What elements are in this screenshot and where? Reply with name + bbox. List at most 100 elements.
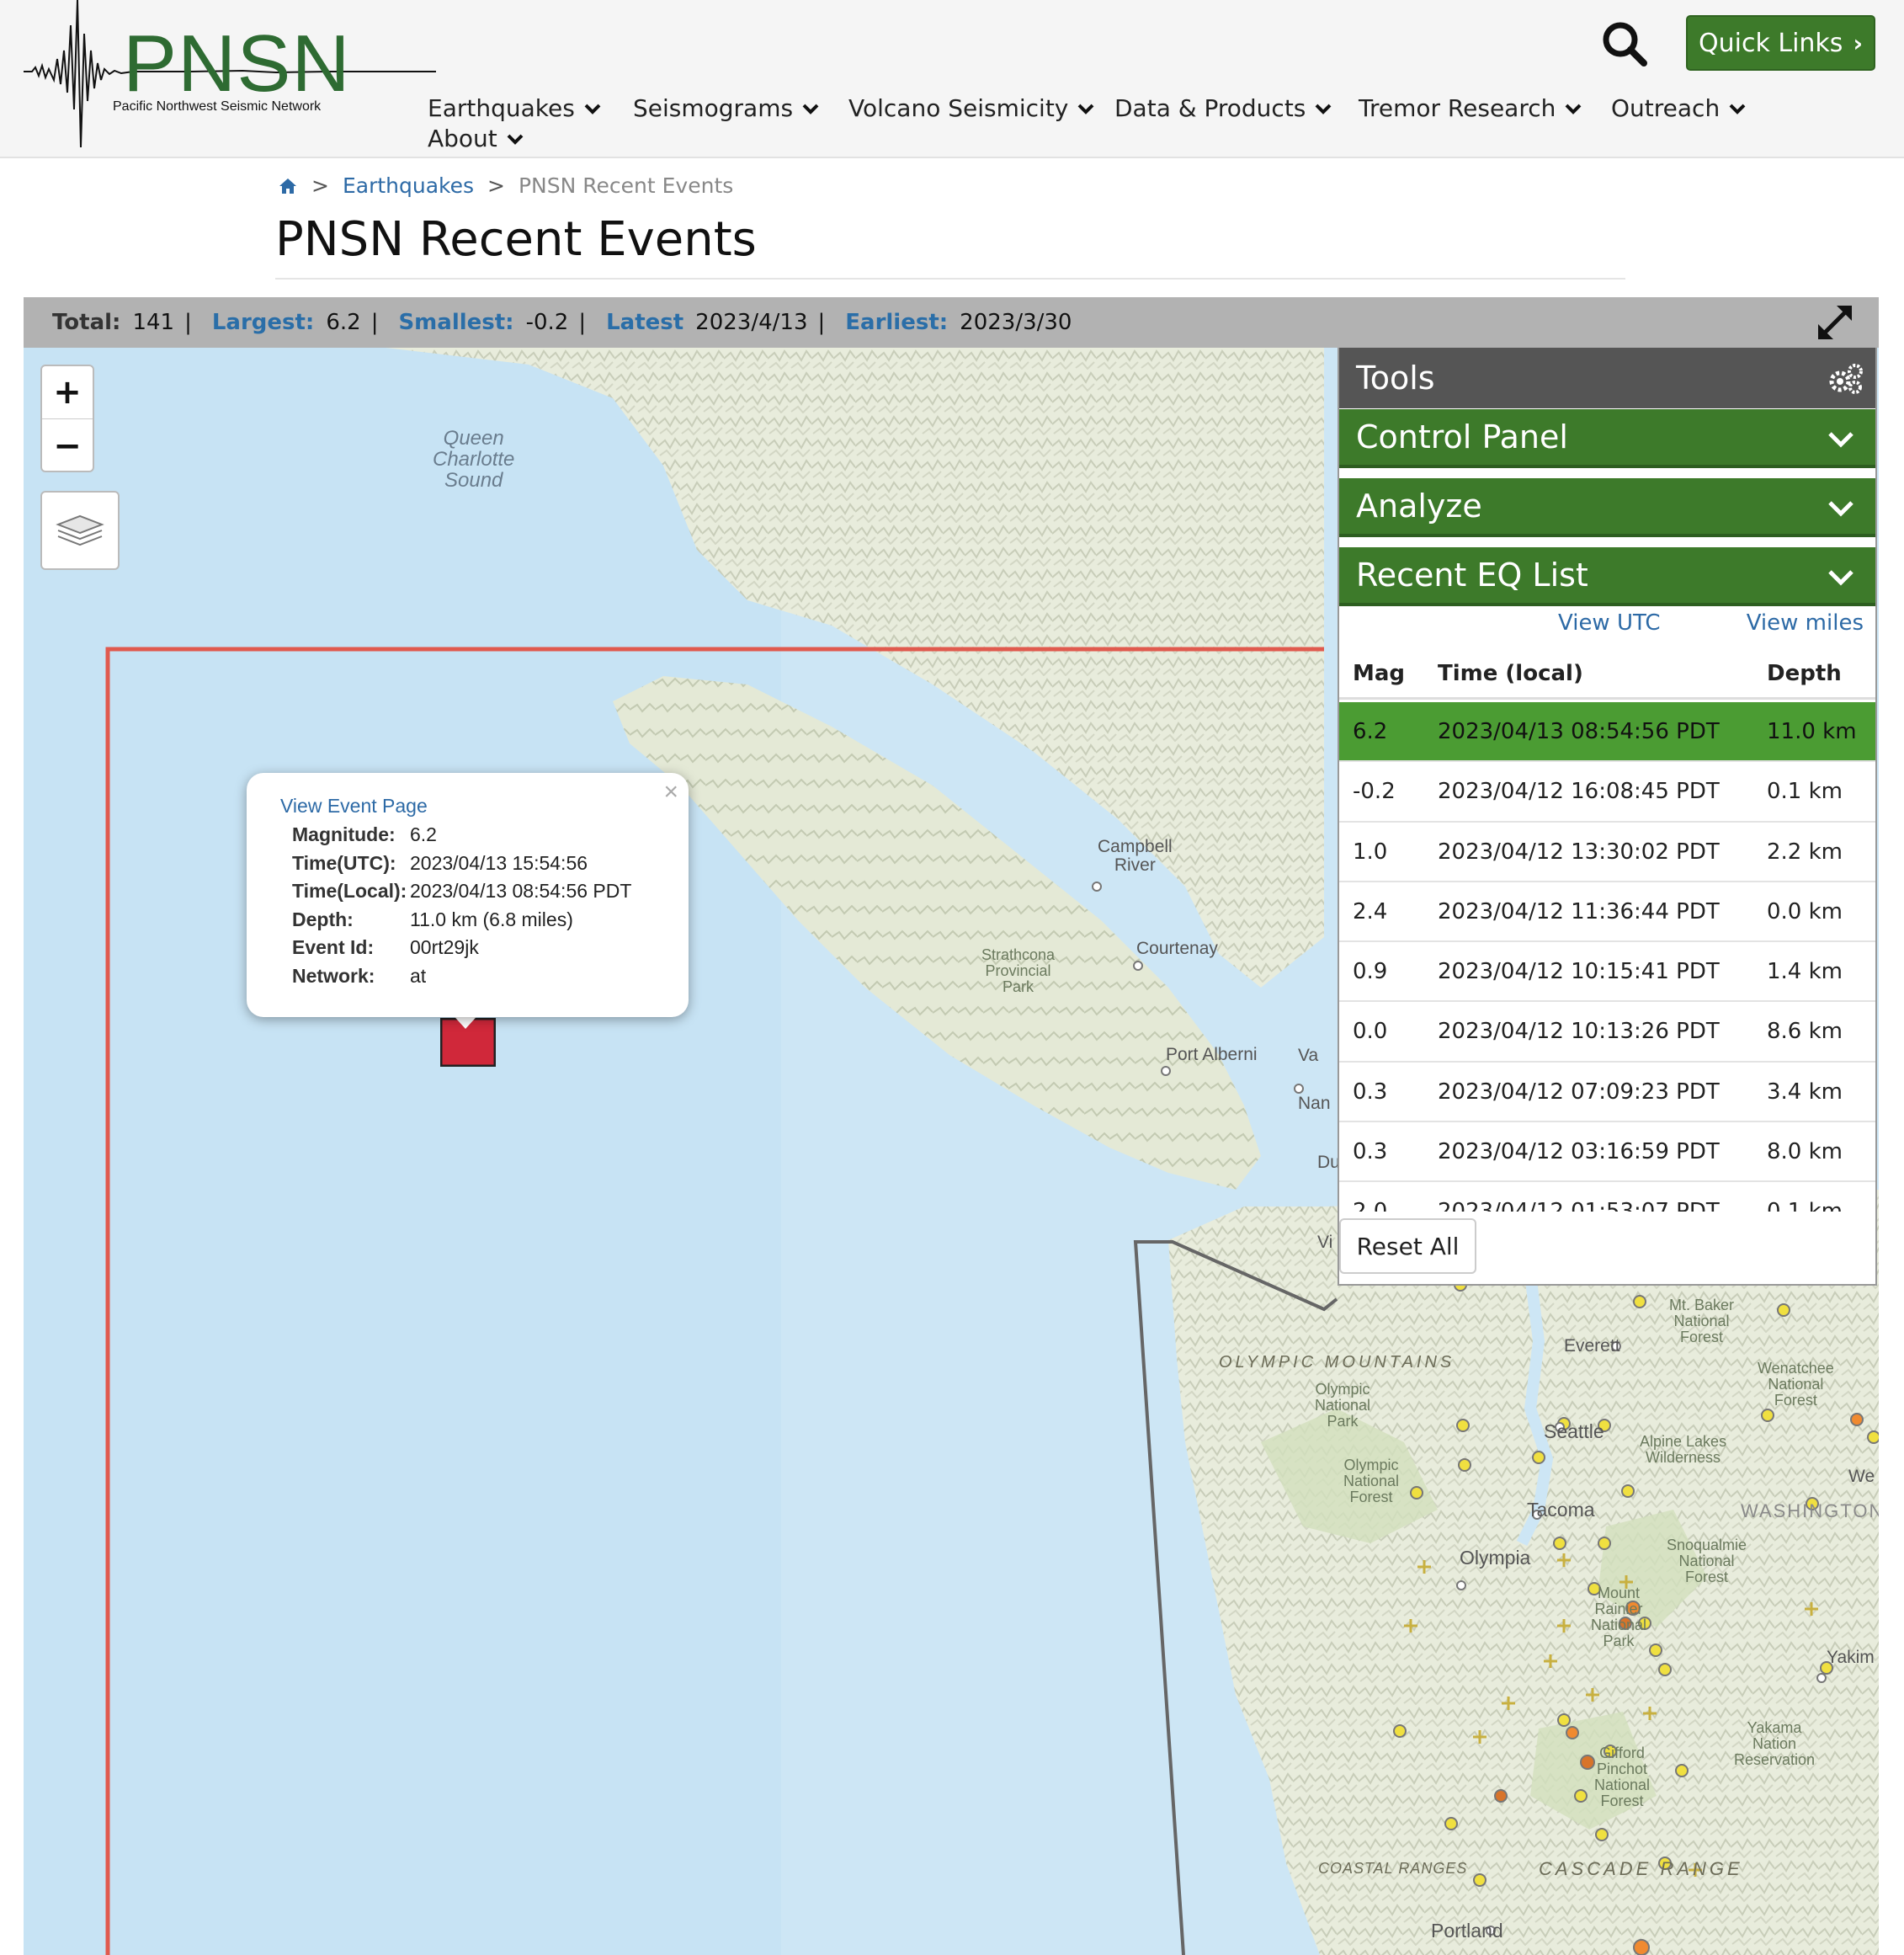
- reset-all-button[interactable]: Reset All: [1339, 1218, 1476, 1274]
- map-label-port-alberni: Port Alberni: [1166, 1045, 1258, 1064]
- map-label-olympia: Olympia: [1460, 1547, 1531, 1569]
- column-header-depth[interactable]: Depth: [1767, 661, 1842, 686]
- accordion-label: Control Panel: [1356, 418, 1568, 455]
- smallest-label[interactable]: Smallest:: [398, 310, 513, 335]
- quick-links-button[interactable]: Quick Links ›: [1686, 15, 1875, 71]
- view-utc-link[interactable]: View UTC: [1558, 610, 1661, 636]
- popup-value: 00rt29jk: [410, 936, 479, 959]
- layers-button[interactable]: [40, 491, 120, 570]
- map-label-vi: Vi: [1317, 1233, 1333, 1252]
- zoom-in-button[interactable]: +: [42, 366, 93, 419]
- chevron-down-icon: [1077, 104, 1094, 115]
- map-label-snoqualmie-forest: Snoqualmie National Forest: [1667, 1537, 1747, 1585]
- earthquake-map[interactable]: Queen Charlotte Sound Campbell River Strath…: [24, 348, 1879, 1955]
- logo-subtitle: Pacific Northwest Seismic Network: [113, 99, 322, 114]
- chevron-down-icon: [584, 104, 601, 115]
- map-label-yakima: Yakim: [1827, 1648, 1875, 1667]
- nav-label: Tremor Research: [1359, 94, 1556, 122]
- close-icon[interactable]: ×: [663, 778, 678, 807]
- popup-key: Time(Local):: [292, 880, 407, 903]
- table-row[interactable]: 1.0 2023/04/12 13:30:02 PDT 2.2 km: [1339, 823, 1875, 882]
- breadcrumb-separator: >: [487, 173, 505, 198]
- summary-stats-bar: Total: 141 | Largest: 6.2 | Smallest: -0…: [24, 297, 1879, 348]
- cell-mag: 2.0: [1353, 1199, 1387, 1212]
- popup-value: 2023/04/13 08:54:56 PDT: [410, 880, 632, 903]
- map-label-strathcona-park: Strathcona Provincial Park: [981, 946, 1056, 995]
- quick-links-label: Quick Links: [1699, 28, 1843, 58]
- view-event-page-link[interactable]: View Event Page: [280, 795, 689, 818]
- table-row[interactable]: 2.4 2023/04/12 11:36:44 PDT 0.0 km: [1339, 882, 1875, 943]
- eq-table-body[interactable]: 6.2 2023/04/13 08:54:56 PDT 11.0 km -0.2…: [1339, 702, 1875, 1212]
- map-label-we: We: [1848, 1467, 1875, 1486]
- cell-time: 2023/04/12 13:30:02 PDT: [1438, 839, 1720, 865]
- cell-depth: 1.4 km: [1767, 959, 1843, 985]
- popup-key: Magnitude:: [292, 823, 396, 846]
- map-label-va: Va: [1298, 1046, 1319, 1065]
- analyze-accordion[interactable]: Analyze: [1339, 478, 1875, 537]
- nav-label: About: [428, 125, 497, 152]
- stat-separator: |: [370, 310, 379, 335]
- accordion-label: Recent EQ List: [1356, 557, 1588, 594]
- map-label-wenatchee-forest: Wenatchee National Forest: [1758, 1360, 1834, 1409]
- cell-time: 2023/04/12 03:16:59 PDT: [1438, 1139, 1720, 1165]
- table-row[interactable]: 0.0 2023/04/12 10:13:26 PDT 8.6 km: [1339, 1002, 1875, 1063]
- cell-depth: 3.4 km: [1767, 1079, 1843, 1105]
- expand-fullscreen-icon[interactable]: [1815, 302, 1855, 343]
- home-icon[interactable]: [278, 177, 298, 195]
- breadcrumb-earthquakes-link[interactable]: Earthquakes: [343, 173, 474, 198]
- nav-volcano-seismicity[interactable]: Volcano Seismicity: [848, 94, 1095, 122]
- table-row[interactable]: 6.2 2023/04/13 08:54:56 PDT 11.0 km: [1339, 702, 1875, 763]
- stat-separator: |: [184, 310, 192, 335]
- map-label-gifford-pinchot: Gifford Pinchot National Forest: [1594, 1745, 1651, 1809]
- chevron-down-icon: [1729, 104, 1746, 115]
- chevron-down-icon: [1565, 104, 1582, 115]
- nav-tremor-research[interactable]: Tremor Research: [1359, 94, 1582, 122]
- table-row[interactable]: 0.9 2023/04/12 10:15:41 PDT 1.4 km: [1339, 942, 1875, 1003]
- largest-value: 6.2: [326, 310, 361, 335]
- table-row[interactable]: 2.0 2023/04/12 01:53:07 PDT 0.1 km: [1339, 1182, 1875, 1212]
- control-panel-accordion[interactable]: Control Panel: [1339, 409, 1875, 468]
- latest-label[interactable]: Latest: [606, 310, 683, 335]
- nav-about[interactable]: About: [428, 125, 524, 152]
- cell-mag: 1.0: [1353, 839, 1388, 865]
- map-label-washington: WASHINGTON: [1741, 1500, 1879, 1521]
- view-miles-link[interactable]: View miles: [1747, 610, 1864, 636]
- popup-value: 11.0 km (6.8 miles): [410, 908, 573, 930]
- nav-label: Data & Products: [1114, 94, 1306, 122]
- column-header-time[interactable]: Time (local): [1438, 661, 1583, 686]
- popup-value: 2023/04/13 15:54:56: [410, 851, 588, 874]
- column-header-mag[interactable]: Mag: [1353, 661, 1405, 686]
- largest-label[interactable]: Largest:: [212, 310, 314, 335]
- layers-icon: [56, 514, 104, 546]
- zoom-out-button[interactable]: −: [42, 419, 93, 471]
- popup-row-event-id: Event Id: 00rt29jk: [280, 934, 689, 962]
- recent-eq-list-accordion[interactable]: Recent EQ List: [1339, 547, 1875, 606]
- site-header: PNSN Pacific Northwest Seismic Network Q…: [0, 0, 1904, 158]
- total-value: 141: [132, 310, 175, 335]
- table-row[interactable]: 0.3 2023/04/12 03:16:59 PDT 8.0 km: [1339, 1122, 1875, 1183]
- nav-label: Volcano Seismicity: [848, 94, 1069, 122]
- popup-row-depth: Depth: 11.0 km (6.8 miles): [280, 906, 689, 935]
- map-label-mt-baker-forest: Mt. Baker National Forest: [1669, 1297, 1735, 1345]
- popup-value: at: [410, 964, 427, 987]
- map-label-alpine-lakes: Alpine Lakes Wilderness: [1640, 1433, 1727, 1466]
- nav-earthquakes[interactable]: Earthquakes: [428, 94, 602, 122]
- cell-time: 2023/04/12 10:15:41 PDT: [1438, 959, 1720, 985]
- map-label-campbell-river: Campbell River: [1098, 837, 1173, 876]
- gears-icon: [1829, 364, 1863, 394]
- popup-row-time-utc: Time(UTC): 2023/04/13 15:54:56: [280, 850, 689, 878]
- map-label-nan: Nan: [1298, 1094, 1331, 1113]
- nav-outreach[interactable]: Outreach: [1611, 94, 1747, 122]
- cell-time: 2023/04/13 08:54:56 PDT: [1438, 719, 1720, 744]
- event-popup: × View Event Page Magnitude: 6.2 Time(UT…: [247, 773, 689, 1017]
- table-row[interactable]: 0.3 2023/04/12 07:09:23 PDT 3.4 km: [1339, 1063, 1875, 1123]
- map-label-mount-rainier-park: Mount Rainier National Park: [1591, 1585, 1647, 1649]
- nav-data-products[interactable]: Data & Products: [1114, 94, 1332, 122]
- tools-header[interactable]: Tools: [1339, 348, 1875, 408]
- pnsn-logo[interactable]: PNSN Pacific Northwest Seismic Network: [24, 0, 436, 147]
- search-icon[interactable]: [1601, 20, 1648, 67]
- earliest-label[interactable]: Earliest:: [845, 310, 948, 335]
- nav-seismograms[interactable]: Seismograms: [633, 94, 820, 122]
- eq-table-header: Mag Time (local) Depth: [1339, 647, 1875, 700]
- table-row[interactable]: -0.2 2023/04/12 16:08:45 PDT 0.1 km: [1339, 762, 1875, 823]
